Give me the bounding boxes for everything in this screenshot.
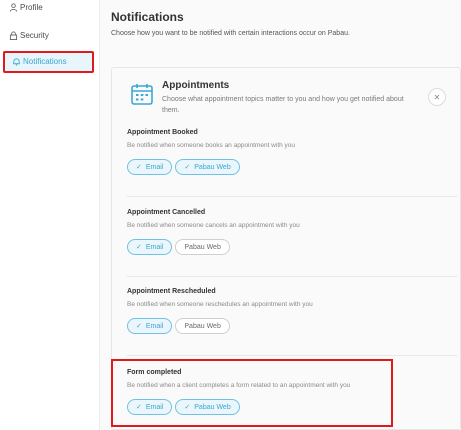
email-toggle[interactable]: ✓ Email [127,239,173,255]
section-description: Be notified when someone books an appoin… [127,142,296,149]
toggle-label: Email [145,322,164,330]
check-icon: ✓ [184,164,191,171]
toggle-label: Email [145,163,164,171]
sidebar-item-notifications[interactable]: Notifications [12,57,67,66]
collapse-button[interactable]: ✕ [428,88,446,106]
appointments-title: Appointments [162,80,230,91]
notification-section-appointment-booked: Appointment Booked Be notified when some… [127,129,407,175]
sidebar-item-label: Security [20,31,49,40]
check-icon: ✓ [136,323,142,330]
calendar-icon [131,84,153,105]
check-icon: ✓ [136,164,142,171]
sidebar-item-label: Profile [20,3,43,12]
appointments-description: Choose what appointment topics matter to… [162,96,404,114]
pabau-web-toggle[interactable]: ✓ Pabau Web [175,159,240,175]
toggle-label: Pabau Web [184,243,221,251]
sidebar-item-security[interactable]: Security [9,31,49,40]
sidebar-item-label: Notifications [23,57,67,66]
section-description: Be notified when someone cancels an appo… [127,222,300,229]
email-toggle[interactable]: ✓ Email [127,159,173,175]
channel-toggles: ✓ Email Pabau Web [127,239,407,255]
pabau-web-toggle[interactable]: Pabau Web [175,318,230,334]
lock-icon [9,31,18,40]
toggle-label: Pabau Web [184,322,221,330]
check-icon: ✓ [136,244,142,251]
toggle-label: Pabau Web [194,163,231,171]
pabau-web-toggle[interactable]: Pabau Web [175,239,230,255]
notification-section-appointment-rescheduled: Appointment Rescheduled Be notified when… [127,288,407,334]
divider [127,355,457,356]
user-icon [9,3,18,12]
email-toggle[interactable]: ✓ Email [127,318,173,334]
channel-toggles: ✓ Email Pabau Web [127,318,407,334]
page-subtitle: Choose how you want to be notified with … [111,30,350,37]
bell-icon [13,58,20,66]
section-title: Appointment Cancelled [127,209,206,216]
channel-toggles: ✓ Email ✓ Pabau Web [127,159,407,175]
sidebar-item-profile[interactable]: Profile [9,3,43,12]
toggle-label: Email [145,243,164,251]
settings-sidebar: Profile Security Notifications [0,0,100,430]
section-title: Appointment Rescheduled [127,288,216,295]
section-title: Appointment Booked [127,129,198,136]
section-description: Be notified when someone reschedules an … [127,301,313,308]
divider [127,276,457,277]
form-completed-highlight [111,359,393,427]
collapse-icon: ✕ [433,92,441,102]
page-title: Notifications [111,10,184,24]
divider [127,196,457,197]
notification-section-appointment-cancelled: Appointment Cancelled Be notified when s… [127,209,407,255]
